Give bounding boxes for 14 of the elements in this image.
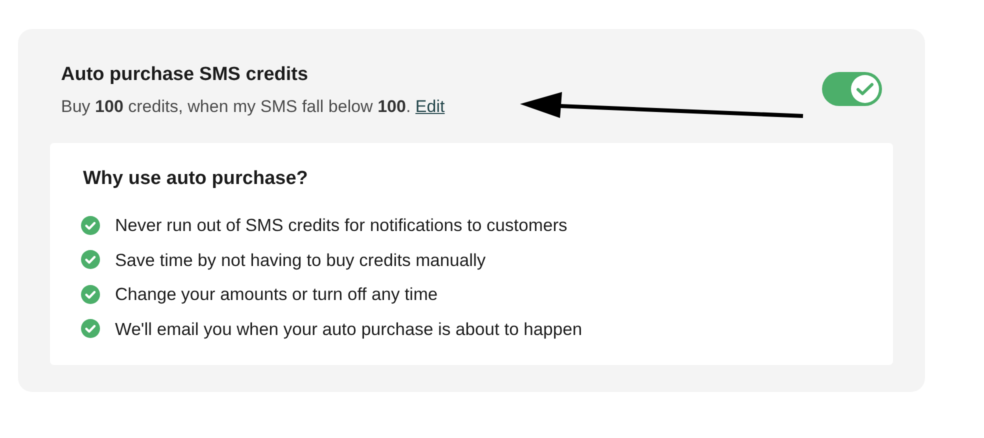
edit-link[interactable]: Edit: [415, 97, 445, 116]
check-circle-icon: [81, 284, 100, 304]
check-circle-icon: [81, 319, 100, 338]
check-circle-icon: [81, 216, 100, 235]
benefit-text: Change your amounts or turn off any time: [115, 283, 438, 306]
check-icon: [856, 82, 874, 96]
toggle-switch[interactable]: [822, 72, 882, 106]
benefit-text: We'll email you when your auto purchase is about to happen: [115, 318, 582, 341]
benefit-text: Never run out of SMS credits for notifications to customers: [115, 214, 568, 237]
setting-description: Buy 100 credits, when my SMS fall below 100. Edit: [61, 96, 445, 118]
info-heading: Why use auto purchase?: [83, 167, 309, 191]
setting-title: Auto purchase SMS credits: [61, 63, 310, 87]
benefit-text: Save time by not having to buy credits manually: [115, 248, 486, 272]
check-circle-icon: [81, 250, 100, 270]
